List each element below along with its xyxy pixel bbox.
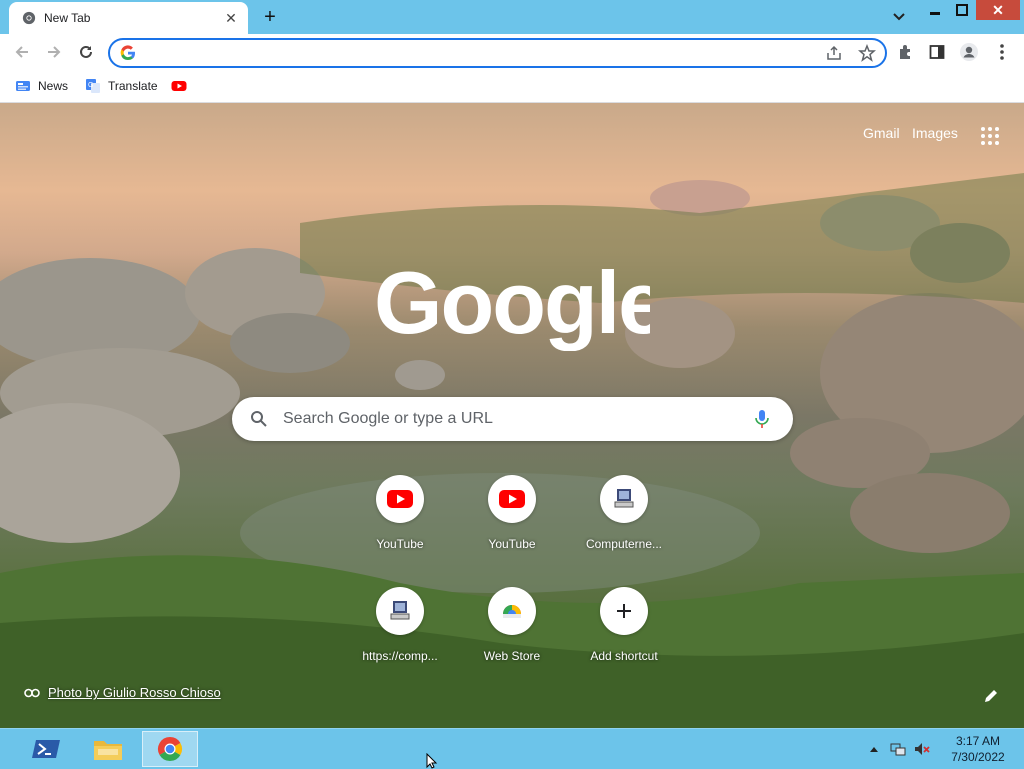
extensions-button[interactable] [896,42,916,62]
shortcut-label: YouTube [488,537,536,551]
side-panel-button[interactable] [927,42,947,62]
bookmark-translate[interactable]: G Translate [85,76,158,96]
chrome-web-store-icon [503,605,521,618]
svg-text:G: G [88,82,93,89]
volume-tray-icon[interactable] [914,741,930,757]
chrome-menu-button[interactable] [992,42,1012,62]
taskbar-powershell[interactable] [18,731,74,767]
avatar-icon [960,43,978,61]
share-icon[interactable] [826,45,842,61]
shortcut-tile[interactable]: Computerne... [568,475,680,587]
google-translate-icon: G [86,79,100,93]
clock-time: 3:17 AM [955,734,1001,748]
minimize-icon [930,11,940,15]
chrome-icon [157,737,183,762]
customize-pencil-icon[interactable] [982,687,1000,705]
bookmark-news[interactable]: News [15,76,68,96]
show-hidden-icons-button[interactable] [866,741,882,757]
plus-icon [617,604,631,618]
back-arrow-icon [15,46,28,58]
photo-credit-text: Photo by Giulio Rosso Chioso [48,685,221,700]
restore-icon [956,4,968,16]
shortcut-icon-container [488,475,536,523]
network-icon [890,743,906,756]
window-restore-button[interactable] [949,0,975,20]
bookmark-label: Translate [108,79,158,93]
ntp-search-box[interactable]: Search Google or type a URL [232,397,793,441]
address-bar[interactable] [108,38,887,68]
bookmarks-bar: News G Translate [0,70,1024,103]
side-panel-icon [929,45,945,59]
computer-icon [614,489,634,508]
tab-strip: New Tab ✕ + ✕ [0,0,1024,34]
google-logo: Google [374,253,650,351]
tab-title: New Tab [44,11,91,25]
bookmark-label: News [38,79,69,93]
profile-button[interactable] [959,42,979,62]
new-tab-page: Gmail Images Google Search Google or typ… [0,103,1024,728]
shortcut-icon-container [376,587,424,635]
forward-arrow-icon [48,46,61,58]
images-link[interactable]: Images [912,125,958,141]
youtube-icon [171,81,187,91]
gmail-link[interactable]: Gmail [863,125,900,141]
speaker-muted-icon [915,743,930,755]
bookmark-star-icon[interactable] [858,44,876,62]
shortcut-icon-container [600,475,648,523]
browser-toolbar [0,34,1024,70]
shortcut-label: YouTube [376,537,424,551]
shortcut-tile[interactable]: Web Store [456,587,568,699]
youtube-icon [499,490,525,508]
add-shortcut-tile[interactable]: Add shortcut [568,587,680,699]
shortcut-icon-container [600,587,648,635]
shortcut-tile[interactable]: YouTube [456,475,568,587]
file-explorer-icon [94,741,122,760]
window-minimize-button[interactable] [922,0,948,20]
shortcut-label: Add shortcut [590,649,658,663]
google-news-icon [16,81,30,91]
bookmark-youtube[interactable] [171,76,194,96]
window-close-button[interactable]: ✕ [976,0,1020,20]
chevron-up-icon [870,747,878,752]
reload-icon [80,45,92,58]
google-apps-icon[interactable] [979,125,1001,147]
shortcut-label: Web Store [483,649,541,663]
tab-new-tab[interactable]: New Tab ✕ [9,2,248,34]
mouse-cursor-icon [426,753,438,769]
clock-date: 7/30/2022 [951,750,1005,764]
shortcut-tile[interactable]: YouTube [344,475,456,587]
search-placeholder: Search Google or type a URL [283,410,493,427]
new-tab-button[interactable]: + [259,6,281,28]
taskbar-file-explorer[interactable] [80,731,136,767]
network-tray-icon[interactable] [890,741,906,757]
photo-credit-link[interactable]: Photo by Giulio Rosso Chioso [24,685,221,700]
chrome-favicon-icon [22,11,36,25]
link-icon [24,688,40,697]
shortcut-icon-container [376,475,424,523]
svg-text:Google: Google [374,253,650,351]
shortcut-tile[interactable]: https://comp... [344,587,456,699]
search-icon [251,411,267,427]
more-vert-icon [1000,44,1004,60]
google-g-icon [120,45,135,61]
tab-search-chevron-icon[interactable] [890,8,908,26]
close-icon: ✕ [992,1,1004,18]
windows-taskbar: 3:17 AM 7/30/2022 [0,728,1024,769]
computer-icon [390,601,410,620]
back-button[interactable] [11,41,33,63]
shortcut-icon-container [488,587,536,635]
puzzle-icon [900,45,910,59]
shortcut-label: https://comp... [362,649,438,663]
shortcut-label: Computerne... [585,537,663,551]
forward-button[interactable] [43,41,65,63]
taskbar-chrome[interactable] [142,731,198,767]
microphone-icon[interactable] [751,408,773,430]
tab-close-icon[interactable]: ✕ [222,9,240,27]
system-clock[interactable]: 3:17 AM 7/30/2022 [938,733,1018,765]
powershell-icon [32,740,60,758]
reload-button[interactable] [75,41,97,63]
youtube-icon [387,490,413,508]
